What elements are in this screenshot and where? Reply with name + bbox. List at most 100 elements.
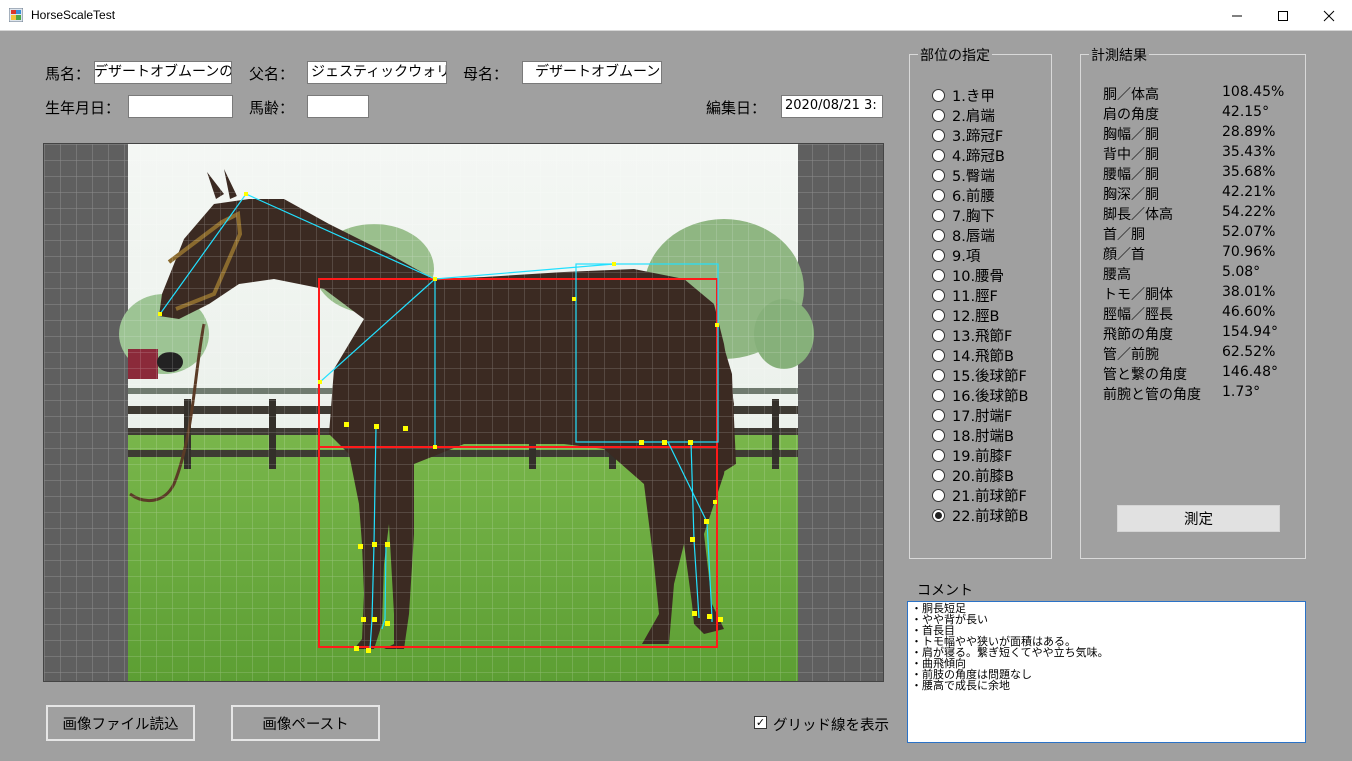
radio-button[interactable] [932, 308, 945, 322]
part-radio-9[interactable]: 9.項 [932, 245, 980, 265]
result-name: 腰高 [1103, 267, 1131, 283]
radio-button[interactable] [932, 88, 945, 102]
result-value: 5.08° [1222, 264, 1261, 280]
part-radio-label: 13.飛節F [952, 328, 1013, 345]
part-radio-14[interactable]: 14.飛節B [932, 345, 1014, 365]
result-value: 54.22% [1222, 204, 1276, 220]
radio-button[interactable] [932, 128, 945, 142]
part-radio-label: 19.前膝F [952, 448, 1013, 465]
minimize-button[interactable] [1214, 0, 1260, 31]
maximize-icon [1278, 10, 1288, 21]
radio-button[interactable] [932, 408, 945, 422]
part-radio-16[interactable]: 16.後球節B [932, 385, 1029, 405]
part-radio-label: 21.前球節F [952, 488, 1027, 505]
grid-checkbox-label: グリッド線を表示 [773, 718, 889, 734]
sire-label: 父名： [249, 65, 295, 83]
result-value: 38.01% [1222, 284, 1276, 300]
radio-button[interactable] [932, 428, 945, 442]
horse-name-field[interactable]: デザートオブムーンの19 [94, 61, 232, 84]
edit-date-label: 編集日： [706, 99, 767, 117]
radio-button[interactable] [932, 468, 945, 482]
birthdate-field[interactable] [128, 95, 233, 118]
part-radio-label: 9.項 [952, 248, 981, 265]
part-radio-18[interactable]: 18.肘端B [932, 425, 1014, 445]
title-bar: HorseScaleTest [0, 0, 1352, 31]
part-radio-5[interactable]: 5.臀端 [932, 165, 995, 185]
result-name: 管と繋の角度 [1103, 367, 1187, 383]
part-radio-4[interactable]: 4.蹄冠B [932, 145, 1005, 165]
comment-textarea[interactable]: ・胴長短足 ・やや背が長い ・首長目 ・トモ幅やや狭いが面積はある。 ・肩が寝る。繋ぎ短… [907, 601, 1306, 743]
part-radio-label: 5.臀端 [952, 168, 995, 185]
result-name: 管／前腕 [1103, 347, 1159, 363]
part-radio-1[interactable]: 1.き甲 [932, 85, 995, 105]
part-radio-6[interactable]: 6.前腰 [932, 185, 995, 205]
radio-button[interactable] [932, 348, 945, 362]
part-radio-8[interactable]: 8.唇端 [932, 225, 995, 245]
comment-label: コメント [917, 583, 973, 599]
part-radio-label: 10.腰骨 [952, 268, 1005, 285]
radio-button[interactable] [932, 288, 945, 302]
radio-button[interactable] [932, 248, 945, 262]
radio-button[interactable] [932, 488, 945, 502]
radio-button[interactable] [932, 508, 945, 522]
comment-line: ・腰高で成長に余地 [911, 679, 1010, 692]
paste-image-button[interactable]: 画像ペースト [231, 705, 380, 741]
radio-button[interactable] [932, 148, 945, 162]
minimize-icon [1232, 15, 1242, 16]
part-radio-label: 14.飛節B [952, 348, 1015, 365]
window-title: HorseScaleTest [31, 8, 116, 22]
part-radio-19[interactable]: 19.前膝F [932, 445, 1012, 465]
result-value: 28.89% [1222, 124, 1276, 140]
dam-field[interactable]: デザートオブムーン [522, 61, 662, 84]
part-radio-20[interactable]: 20.前膝B [932, 465, 1014, 485]
results-group-title: 計測結果 [1089, 45, 1149, 65]
radio-button[interactable] [932, 448, 945, 462]
measure-button[interactable]: 測定 [1117, 505, 1280, 532]
part-radio-3[interactable]: 3.蹄冠F [932, 125, 1003, 145]
part-radio-label: 16.後球節B [952, 388, 1029, 405]
parts-group-title: 部位の指定 [918, 45, 992, 65]
load-image-button[interactable]: 画像ファイル読込 [46, 705, 195, 741]
result-name: 胸幅／胴 [1103, 127, 1159, 143]
horse-name-label: 馬名： [45, 65, 91, 83]
close-button[interactable] [1306, 0, 1352, 31]
part-radio-15[interactable]: 15.後球節F [932, 365, 1027, 385]
comment-line: ・肩が寝る。繋ぎ短くてやや立ち気味。 [911, 646, 1109, 659]
part-radio-label: 22.前球節B [952, 508, 1029, 525]
radio-button[interactable] [932, 168, 945, 182]
part-radio-7[interactable]: 7.胸下 [932, 205, 995, 225]
part-radio-22[interactable]: 22.前球節B [932, 505, 1029, 525]
result-name: 肩の角度 [1103, 107, 1159, 123]
result-value: 35.43% [1222, 144, 1276, 160]
radio-button[interactable] [932, 108, 945, 122]
radio-button[interactable] [932, 268, 945, 282]
part-radio-21[interactable]: 21.前球節F [932, 485, 1027, 505]
part-radio-2[interactable]: 2.肩端 [932, 105, 995, 125]
radio-button[interactable] [932, 368, 945, 382]
part-radio-12[interactable]: 12.脛B [932, 305, 1000, 325]
part-radio-13[interactable]: 13.飛節F [932, 325, 1012, 345]
part-radio-17[interactable]: 17.肘端F [932, 405, 1012, 425]
result-value: 1.73° [1222, 384, 1261, 400]
radio-button[interactable] [932, 328, 945, 342]
result-name: 脚長／体高 [1103, 207, 1173, 223]
edit-date-field[interactable]: 2020/08/21 3: [781, 95, 883, 118]
radio-button[interactable] [932, 228, 945, 242]
dam-label: 母名： [463, 65, 509, 83]
grid-checkbox[interactable]: ✓ [754, 716, 767, 729]
maximize-button[interactable] [1260, 0, 1306, 31]
part-radio-11[interactable]: 11.脛F [932, 285, 998, 305]
part-radio-label: 11.脛F [952, 288, 998, 305]
birthdate-label: 生年月日： [45, 99, 121, 117]
part-radio-label: 6.前腰 [952, 188, 995, 205]
radio-button[interactable] [932, 208, 945, 222]
part-radio-10[interactable]: 10.腰骨 [932, 265, 1004, 285]
radio-button[interactable] [932, 388, 945, 402]
radio-button[interactable] [932, 188, 945, 202]
sire-field[interactable]: ジェスティックウォリアー [307, 61, 447, 84]
age-field[interactable] [307, 95, 369, 118]
result-name: 胴／体高 [1103, 87, 1159, 103]
result-value: 62.52% [1222, 344, 1276, 360]
parts-group: 部位の指定 1.き甲 2.肩端 3.蹄冠F 4.蹄冠B 5.臀端 6.前腰 7.胸下 8.唇端… [909, 45, 1052, 559]
horse-image-canvas[interactable] [43, 143, 884, 682]
